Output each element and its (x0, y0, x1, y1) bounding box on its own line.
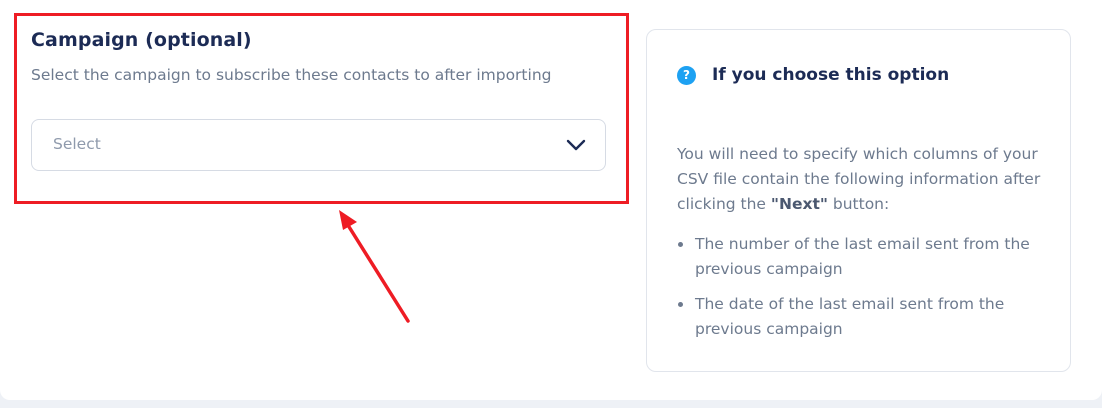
list-item-text: The number of the last email sent from t… (695, 235, 1030, 278)
campaign-select[interactable]: Select (31, 119, 606, 171)
list-item-text: The date of the last email sent from the… (695, 295, 1005, 338)
info-body-next-label: "Next" (770, 195, 828, 213)
list-item: The date of the last email sent from the… (677, 292, 1057, 342)
list-item: The number of the last email sent from t… (677, 232, 1057, 282)
info-card: ? If you choose this option You will nee… (646, 29, 1071, 372)
chevron-down-icon (566, 139, 586, 151)
bullet-icon (678, 302, 683, 307)
info-body-text-end: button: (827, 195, 890, 213)
campaign-field-description: Select the campaign to subscribe these c… (31, 66, 552, 84)
info-list: The number of the last email sent from t… (677, 232, 1057, 352)
import-settings-panel: Campaign (optional) Select the campaign … (0, 0, 1102, 400)
campaign-select-placeholder: Select (53, 135, 101, 153)
info-title: If you choose this option (712, 65, 950, 85)
question-icon: ? (677, 66, 696, 85)
bullet-icon (678, 242, 683, 247)
campaign-field-title: Campaign (optional) (31, 29, 252, 51)
annotation-arrow-icon (339, 210, 410, 323)
info-body: You will need to specify which columns o… (677, 142, 1057, 217)
